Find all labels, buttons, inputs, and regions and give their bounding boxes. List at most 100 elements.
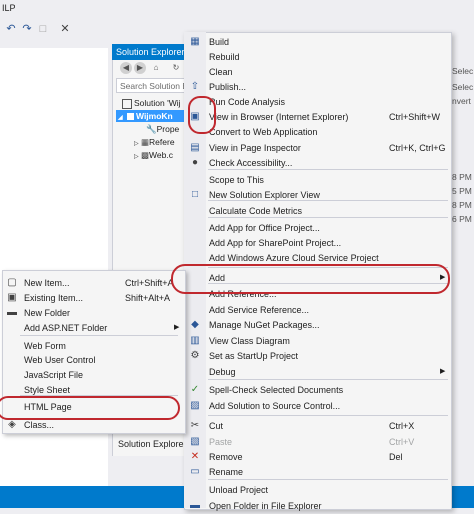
references-icon: ▦ <box>141 137 150 147</box>
solution-explorer-tab[interactable]: Solution Explorer <box>112 436 192 452</box>
submenu-item-existing-item[interactable]: ▣ Existing Item... Shift+Alt+A <box>2 290 182 306</box>
menu-item-label: View in Page Inspector <box>209 143 301 153</box>
menu-item-label: Build <box>209 37 230 47</box>
menu-item-view-in-browser-internet-explorer[interactable]: ▣ View in Browser (Internet Explorer) Ctrl… <box>184 109 450 125</box>
solution-explorer-search-input[interactable]: Search Solution Ex <box>116 78 190 93</box>
new-file-icon[interactable]: □ <box>36 22 50 36</box>
solution-explorer-toolbar: ◀ ▶ ⌂ ↻ <box>112 62 192 76</box>
menu-item-shortcut: Ctrl+X <box>389 421 415 431</box>
rename-icon: ▭ <box>190 466 200 477</box>
menu-item-new-solution-explorer-view[interactable]: □ New Solution Explorer View <box>184 187 450 203</box>
menu-item-label: Remove <box>209 452 243 462</box>
menu-item-shortcut: Del <box>389 452 403 462</box>
menu-item-calculate-code-metrics[interactable]: Calculate Code Metrics <box>184 203 450 219</box>
class-icon: ◈ <box>8 419 16 430</box>
menu-item-clean[interactable]: Clean <box>184 64 450 80</box>
menu-item-manage-nuget-packages[interactable]: ◆ Manage NuGet Packages... <box>184 317 450 333</box>
remove-icon: ✕ <box>190 451 200 462</box>
menu-item-shortcut: Ctrl+Shift+W <box>389 112 441 122</box>
menu-item-debug[interactable]: Debug ▶ <box>184 364 450 380</box>
menu-item-run-code-analysis[interactable]: Run Code Analysis <box>184 94 450 110</box>
menu-item-cut[interactable]: ✂ Cut Ctrl+X <box>184 418 450 434</box>
highlight-ring-add <box>171 264 450 294</box>
menu-item-add-service-reference[interactable]: Add Service Reference... <box>184 302 450 318</box>
menu-item-add-app-for-sharepoint-project[interactable]: Add App for SharePoint Project... <box>184 235 450 251</box>
help-menu-label[interactable]: ILP <box>2 3 16 13</box>
menu-item-label: Manage NuGet Packages... <box>209 320 320 330</box>
expand-arrow-icon: ◢ <box>118 115 123 121</box>
back-icon[interactable]: ◀ <box>120 62 132 74</box>
tree-node-properties[interactable]: 🔧Prope <box>116 123 192 135</box>
menu-item-label: Cut <box>209 421 224 431</box>
tree-node-project[interactable]: ◢ WijmoKn <box>116 110 192 122</box>
publish-icon: ⇧ <box>190 81 200 92</box>
menu-item-set-as-startup-project[interactable]: ⚙ Set as StartUp Project <box>184 348 450 364</box>
web-project-icon <box>127 113 134 121</box>
right-peek-text: 6 PM <box>452 214 472 224</box>
tree-node-solution[interactable]: Solution 'Wij <box>116 97 192 109</box>
right-peek-text: 8 PM <box>452 172 472 182</box>
tree-node-webconfig[interactable]: ▷ ▩Web.c <box>116 149 192 161</box>
submenu-arrow-icon: ▶ <box>440 368 446 375</box>
menu-item-publish[interactable]: ⇧ Publish... <box>184 79 450 95</box>
menu-item-label: New Solution Explorer View <box>209 190 320 200</box>
menu-item-label: View in Browser (Internet Explorer) <box>209 112 349 122</box>
submenu-item-shortcut: Ctrl+Shift+A <box>125 278 174 288</box>
forward-icon[interactable]: ↷ <box>20 22 34 36</box>
solution-explorer-title[interactable]: Solution Explorer <box>112 44 192 60</box>
wrench-icon: 🔧 <box>146 124 157 134</box>
new-folder-icon: ▬ <box>7 307 17 318</box>
submenu-item-new-folder[interactable]: ▬ New Folder <box>2 305 182 321</box>
menu-item-build[interactable]: ▦ Build <box>184 34 450 50</box>
menu-item-unload-project[interactable]: Unload Project <box>184 482 450 498</box>
menu-item-paste[interactable]: ▧ Paste Ctrl+V <box>184 434 450 450</box>
right-peek-text: Selec <box>452 66 474 76</box>
menu-item-label: Rename <box>209 467 244 477</box>
menu-item-label: Check Accessibility... <box>209 158 293 168</box>
menu-item-add-solution-to-source-control[interactable]: ▨ Add Solution to Source Control... <box>184 398 450 414</box>
sync-icon[interactable]: ↻ <box>170 62 182 74</box>
menu-item-label: Rebuild <box>209 52 240 62</box>
back-icon[interactable]: ↶ <box>4 22 18 36</box>
submenu-item-add-asp-net-folder[interactable]: Add ASP.NET Folder ▶ <box>2 320 182 336</box>
home-icon[interactable]: ⌂ <box>150 62 162 74</box>
submenu-item-web-user-control[interactable]: Web User Control <box>2 352 182 368</box>
tree-node-references[interactable]: ▷ ▦Refere <box>116 136 192 148</box>
menu-item-shortcut: Ctrl+V <box>389 437 415 447</box>
menu-item-remove[interactable]: ✕ Remove Del <box>184 449 450 465</box>
right-peek-text: nvert <box>452 96 471 106</box>
menu-item-view-in-page-inspector[interactable]: ▤ View in Page Inspector Ctrl+K, Ctrl+G <box>184 140 450 156</box>
build-icon: ▦ <box>190 36 200 47</box>
menu-item-label: Set as StartUp Project <box>209 351 299 361</box>
page-inspector-icon: ▤ <box>190 142 200 153</box>
menu-item-spell-check-selected-documents[interactable]: ✓ Spell-Check Selected Documents <box>184 382 450 398</box>
menu-item-view-class-diagram[interactable]: ▥ View Class Diagram <box>184 333 450 349</box>
menu-item-label: Paste <box>209 437 233 447</box>
menu-item-rebuild[interactable]: Rebuild <box>184 49 450 65</box>
source-control-icon: ▨ <box>190 400 200 411</box>
menu-item-add-app-for-office-project[interactable]: Add App for Office Project... <box>184 220 450 236</box>
menu-item-check-accessibility[interactable]: ● Check Accessibility... <box>184 155 450 171</box>
submenu-item-label: New Item... <box>24 278 70 288</box>
menu-item-convert-to-web-application[interactable]: Convert to Web Application <box>184 124 450 140</box>
menu-item-label: Open Folder in File Explorer <box>209 501 322 511</box>
forward-icon[interactable]: ▶ <box>134 62 146 74</box>
menu-item-open-folder-in-file-explorer[interactable]: ▬ Open Folder in File Explorer <box>184 498 450 514</box>
submenu-item-javascript-file[interactable]: JavaScript File <box>2 367 182 383</box>
menu-item-label: Add Service Reference... <box>209 305 310 315</box>
menu-item-label: Unload Project <box>209 485 269 495</box>
menu-item-rename[interactable]: ▭ Rename <box>184 464 450 480</box>
menu-item-label: Scope to This <box>209 175 264 185</box>
right-peek-text: Selec <box>452 82 474 92</box>
submenu-item-new-item[interactable]: ▢ New Item... Ctrl+Shift+A <box>2 275 182 291</box>
menu-item-shortcut: Ctrl+K, Ctrl+G <box>389 143 446 153</box>
right-peek-text: 8 PM <box>452 200 472 210</box>
pin-icon[interactable]: ✕ <box>58 22 72 36</box>
menu-item-scope-to-this[interactable]: Scope to This <box>184 172 450 188</box>
menu-item-label: Add Solution to Source Control... <box>209 401 341 411</box>
gear-icon: ⚙ <box>190 350 200 361</box>
paste-icon: ▧ <box>190 436 200 447</box>
context-menu-separator <box>208 415 448 416</box>
config-file-icon: ▩ <box>141 150 150 160</box>
menu-item-label: View Class Diagram <box>209 336 290 346</box>
